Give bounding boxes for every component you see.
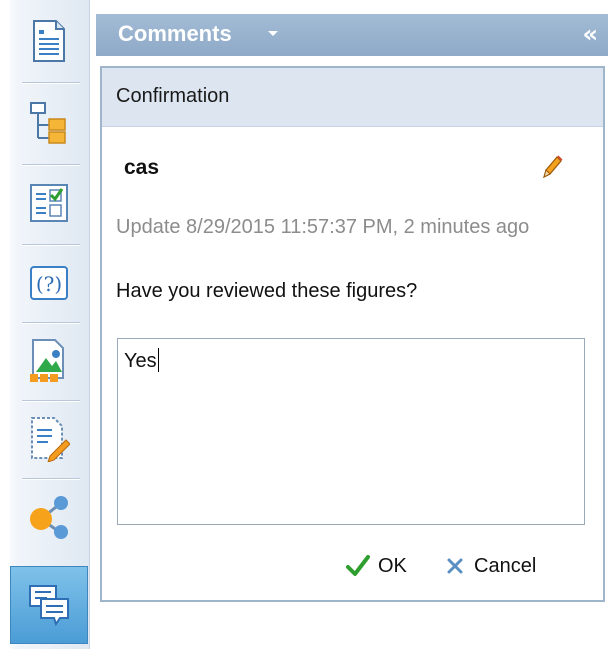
toolbar-item-image[interactable]	[18, 328, 80, 394]
svg-text:(?): (?)	[36, 272, 62, 296]
document-list-icon	[33, 20, 65, 62]
panel-title-bar: Confirmation	[102, 68, 603, 127]
checklist-icon	[30, 184, 68, 222]
help-icon: (?)	[30, 266, 68, 300]
chevron-down-icon[interactable]	[268, 31, 278, 36]
close-icon	[447, 558, 463, 574]
left-toolbar: (?)	[0, 0, 90, 649]
update-timestamp: Update 8/29/2015 11:57:37 PM, 2 minutes …	[116, 216, 530, 238]
toolbar-item-share[interactable]	[18, 484, 80, 550]
text-caret	[157, 348, 159, 372]
comment-author: cas	[124, 156, 160, 179]
confirmation-panel: Confirmation cas Update 8/29/2015 11:57:…	[100, 66, 605, 602]
ok-label: OK	[378, 554, 407, 577]
comments-icon	[29, 585, 69, 627]
toolbar-item-comments[interactable]	[10, 566, 88, 644]
checkmark-icon	[346, 555, 370, 576]
image-chart-icon	[30, 339, 64, 382]
toolbar-item-edit-document[interactable]	[18, 406, 80, 472]
reply-text[interactable]: Yes	[124, 348, 159, 373]
edit-document-icon	[31, 417, 70, 462]
share-icon	[30, 496, 68, 539]
tree-structure-icon	[30, 102, 66, 144]
header-title[interactable]: Comments	[118, 21, 232, 47]
cancel-button[interactable]: Cancel	[446, 552, 536, 580]
comments-header: Comments «	[96, 14, 608, 56]
ok-button[interactable]: OK	[346, 552, 407, 580]
comment-question: Have you reviewed these figures?	[116, 280, 418, 302]
toolbar-item-help[interactable]: (?)	[18, 250, 80, 316]
toolbar-item-tree[interactable]	[18, 90, 80, 156]
pencil-icon[interactable]	[541, 154, 563, 180]
cancel-label: Cancel	[474, 554, 537, 577]
reply-textarea[interactable]: Yes	[117, 338, 585, 525]
collapse-panel-icon[interactable]: «	[582, 20, 598, 48]
toolbar-item-document[interactable]	[18, 8, 80, 74]
toolbar-item-checklist[interactable]	[18, 170, 80, 236]
panel-title: Confirmation	[116, 85, 230, 107]
